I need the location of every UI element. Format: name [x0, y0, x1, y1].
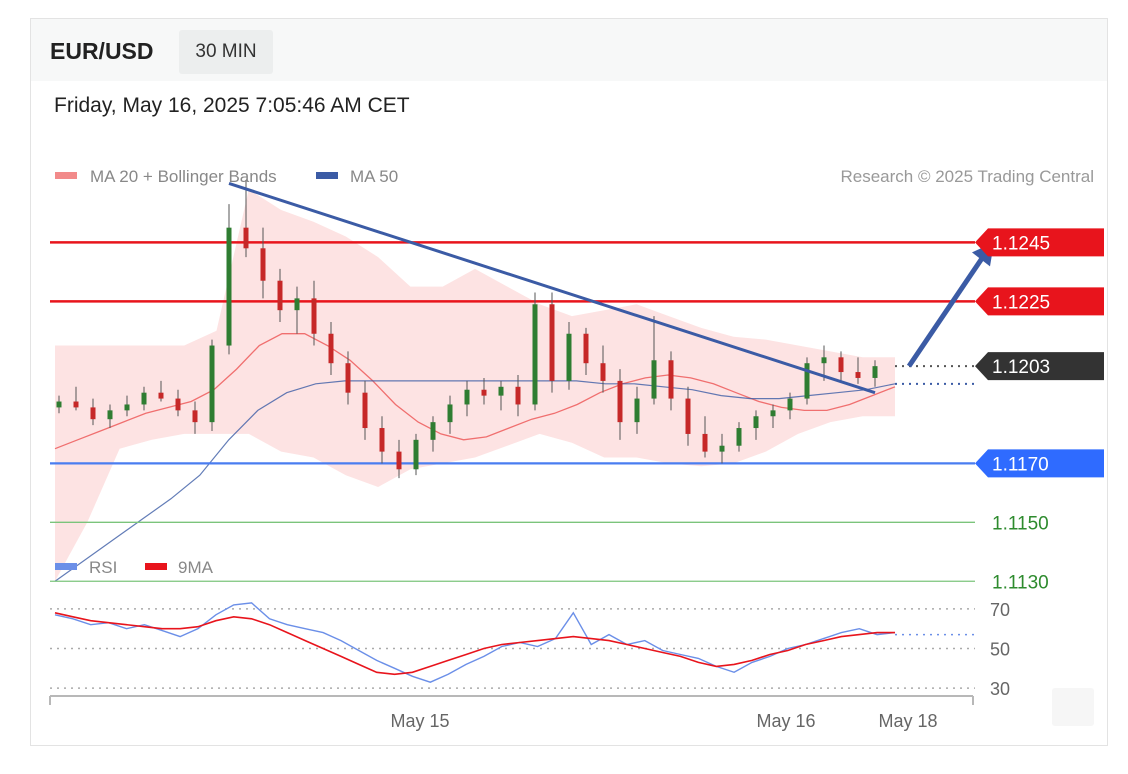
- chart-canvas: MA 20 + Bollinger Bands MA 50 Research ©…: [49, 167, 1104, 731]
- resistance-label: 1.1225: [992, 292, 1050, 313]
- candle-body: [175, 398, 181, 411]
- target-label: 1.1130: [992, 572, 1049, 593]
- candle-body: [379, 428, 385, 452]
- candle-body: [838, 357, 844, 373]
- candle-body: [396, 451, 402, 470]
- resistance-label: 1.1245: [992, 233, 1050, 254]
- candle-body: [617, 380, 623, 423]
- candle-body: [107, 410, 113, 420]
- rsi-ma-legend-label: 9MA: [178, 558, 214, 577]
- candle-body: [294, 298, 300, 311]
- candle-body: [634, 398, 640, 423]
- candle-body: [56, 401, 62, 408]
- settings-corner-button[interactable]: [1052, 688, 1094, 726]
- candle-body: [600, 363, 606, 381]
- rsi-tick-label: 30: [990, 679, 1010, 699]
- candle-body: [243, 227, 249, 249]
- x-tick-label: May 15: [390, 711, 449, 731]
- candle-body: [277, 280, 283, 311]
- current-price-label: 1.1203: [992, 357, 1050, 378]
- candle-body: [464, 389, 470, 405]
- candle-body: [651, 360, 657, 399]
- x-tick-label: May 18: [878, 711, 937, 731]
- rsi-tick-label: 50: [990, 640, 1010, 660]
- candle-body: [90, 407, 96, 420]
- candle-body: [498, 386, 504, 396]
- candle-body: [855, 372, 861, 378]
- rsi-legend-label: RSI: [89, 558, 117, 577]
- x-tick-label: May 16: [756, 711, 815, 731]
- rsi-ma-line: [54, 612, 895, 676]
- candle-body: [787, 398, 793, 411]
- candle-body: [345, 363, 351, 393]
- candle-body: [226, 227, 232, 346]
- rsi-legend-swatch: [55, 563, 77, 570]
- candle-body: [515, 386, 521, 405]
- level-labels: 1.1245 1.1225 1.1203 1.1170 1.1150 1.1130: [975, 228, 1104, 593]
- candle-body: [124, 404, 130, 411]
- candle-body: [719, 445, 725, 452]
- forecast-arrow-shaft: [906, 250, 989, 368]
- candle-body: [73, 401, 79, 408]
- candle-body: [328, 333, 334, 364]
- candle-body: [532, 304, 538, 405]
- target-label: 1.1150: [992, 513, 1049, 534]
- rsi-panel: 70 50 30: [50, 600, 1010, 699]
- rsi-line: [54, 602, 896, 683]
- candle-body: [736, 428, 742, 446]
- candle-body: [430, 422, 436, 440]
- candle-body: [260, 248, 266, 281]
- candle-body: [702, 433, 708, 452]
- ma50-legend-swatch: [316, 172, 338, 179]
- rsi-ma-legend-swatch: [145, 563, 167, 570]
- candle-body: [192, 410, 198, 423]
- candle-body: [821, 357, 827, 364]
- ma20-legend-swatch: [55, 172, 77, 179]
- candle-body: [158, 392, 164, 399]
- candle-body: [209, 345, 215, 423]
- candle-body: [753, 416, 759, 429]
- ma50-legend-label: MA 50: [350, 167, 398, 186]
- rsi-tick-label: 70: [990, 600, 1010, 620]
- candle-body: [413, 439, 419, 470]
- candle-body: [872, 366, 878, 378]
- candle-body: [481, 389, 487, 396]
- candle-body: [362, 392, 368, 429]
- candle-body: [141, 392, 147, 405]
- candle-body: [311, 298, 317, 334]
- ma20-legend-label: MA 20 + Bollinger Bands: [90, 167, 277, 186]
- candle-body: [583, 333, 589, 364]
- candle-body: [668, 360, 674, 399]
- candle-body: [549, 304, 555, 381]
- support-label: 1.1170: [992, 454, 1049, 475]
- candle-body: [685, 398, 691, 434]
- credit-text: Research © 2025 Trading Central: [841, 167, 1095, 186]
- candle-body: [447, 404, 453, 423]
- candle-body: [566, 333, 572, 381]
- x-axis: May 15 May 16 May 18: [49, 695, 974, 731]
- candle-body: [770, 410, 776, 417]
